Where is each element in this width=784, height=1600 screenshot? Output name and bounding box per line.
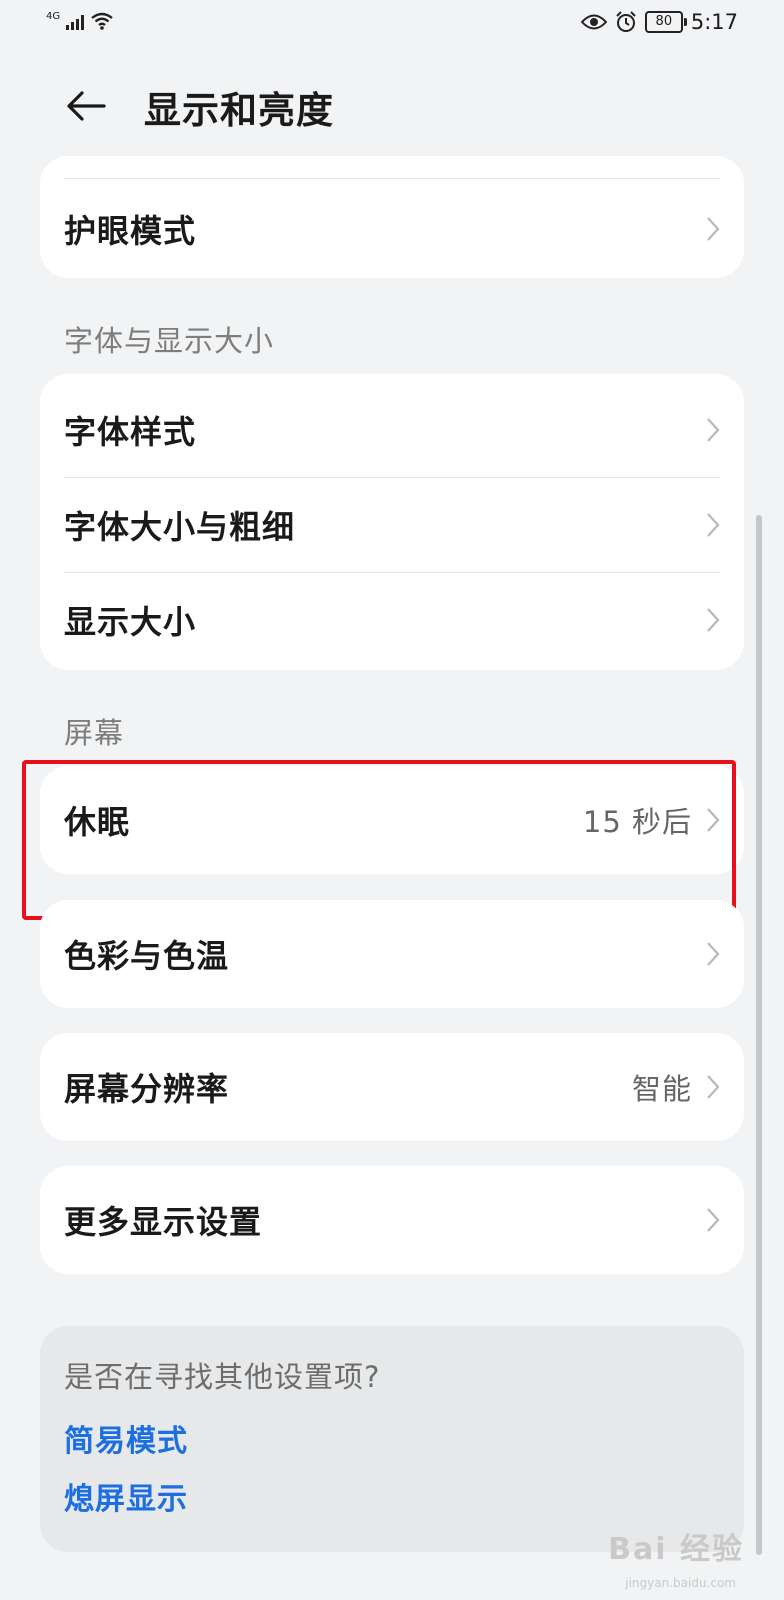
color-temp-item[interactable]: 色彩与色温	[40, 900, 744, 1008]
eye-comfort-label: 护眼模式	[64, 211, 197, 250]
chevron-right-icon	[707, 607, 720, 632]
font-card: 字体样式 字体大小与粗细 显示大小	[40, 374, 744, 670]
chevron-right-icon	[707, 512, 720, 537]
watermark-url: jingyan.baidu.com	[625, 1576, 736, 1590]
font-section-title: 字体与显示大小	[64, 324, 275, 358]
alarm-icon	[616, 11, 636, 32]
font-style-label: 字体样式	[64, 412, 197, 451]
more-display-item[interactable]: 更多显示设置	[40, 1166, 744, 1274]
watermark-logo: Bai 经验	[608, 1532, 744, 1567]
eye-comfort-item[interactable]: 护眼模式	[40, 179, 744, 278]
status-left: 4G	[46, 12, 114, 30]
signal-icon	[66, 14, 85, 30]
eye-icon	[580, 14, 607, 30]
display-size-item[interactable]: 显示大小	[40, 572, 744, 667]
wifi-icon	[91, 12, 113, 30]
screen-section-title: 屏幕	[64, 716, 125, 750]
chevron-right-icon	[707, 216, 720, 241]
chevron-right-icon	[707, 942, 720, 966]
simple-mode-link[interactable]: 简易模式	[64, 1416, 188, 1460]
header: 显示和亮度	[0, 70, 784, 140]
battery-level: 80	[655, 14, 673, 29]
font-size-weight-label: 字体大小与粗细	[64, 507, 296, 546]
resolution-label: 屏幕分辨率	[64, 1070, 230, 1108]
color-card: 色彩与色温	[40, 900, 744, 1008]
font-size-weight-item[interactable]: 字体大小与粗细	[40, 477, 744, 572]
status-bar: 4G 80 5:17	[0, 0, 784, 48]
display-size-label: 显示大小	[64, 602, 197, 641]
page-title: 显示和亮度	[144, 89, 334, 132]
highlight-frame	[22, 760, 736, 920]
network-type-label: 4G	[46, 11, 61, 22]
more-display-label: 更多显示设置	[64, 1203, 263, 1241]
resolution-item[interactable]: 屏幕分辨率 智能	[40, 1033, 744, 1141]
status-right: 80 5:17	[580, 10, 738, 34]
eye-comfort-card: 护眼模式	[40, 156, 744, 278]
resolution-value: 智能	[631, 1072, 692, 1106]
clock: 5:17	[690, 10, 738, 34]
arrow-left-icon[interactable]	[64, 84, 108, 128]
chevron-right-icon	[707, 1208, 720, 1232]
color-temp-label: 色彩与色温	[64, 937, 230, 975]
chevron-right-icon	[707, 1075, 720, 1099]
suggestion-card: 是否在寻找其他设置项? 简易模式 熄屏显示	[40, 1326, 744, 1552]
aod-link[interactable]: 熄屏显示	[64, 1474, 188, 1518]
scrollbar[interactable]	[756, 515, 762, 1555]
font-style-item[interactable]: 字体样式	[40, 382, 744, 477]
chevron-right-icon	[707, 417, 720, 442]
more-display-card: 更多显示设置	[40, 1166, 744, 1274]
suggestion-question: 是否在寻找其他设置项?	[64, 1360, 381, 1394]
resolution-card: 屏幕分辨率 智能	[40, 1033, 744, 1141]
battery-icon: 80	[644, 11, 687, 33]
